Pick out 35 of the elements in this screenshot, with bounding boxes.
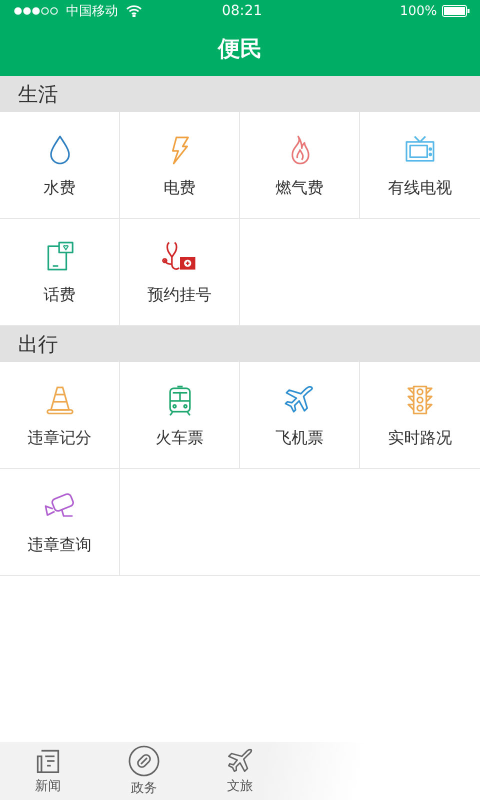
- service-tile[interactable]: 违章查询: [0, 469, 120, 576]
- service-tile[interactable]: 预约挂号: [120, 219, 240, 326]
- tab-item[interactable]: 新闻: [0, 742, 96, 800]
- service-tile[interactable]: 燃气费: [240, 112, 360, 219]
- status-time: 08:21: [222, 3, 262, 19]
- section-title: 生活: [18, 80, 58, 108]
- service-label: 实时路况: [388, 428, 452, 448]
- signal-icon: [14, 7, 58, 15]
- service-tile[interactable]: 火车票: [120, 362, 240, 469]
- wifi-icon: [126, 5, 142, 17]
- carrier-name: 中国移动: [66, 3, 118, 20]
- battery-icon: [442, 5, 470, 17]
- tab-item[interactable]: 政务: [96, 742, 192, 800]
- newspaper-icon: [34, 747, 62, 775]
- service-label: 燃气费: [276, 178, 324, 198]
- service-label: 违章查询: [28, 534, 92, 556]
- service-tile[interactable]: 话费: [0, 219, 120, 326]
- service-tile[interactable]: 违章记分: [0, 362, 120, 469]
- service-label: 有线电视: [388, 178, 452, 198]
- section-title: 出行: [18, 330, 58, 358]
- service-tile[interactable]: 电费: [120, 112, 240, 219]
- battery-percent: 100%: [400, 4, 438, 18]
- link-icon: [128, 745, 160, 777]
- tab-item[interactable]: 文旅: [192, 742, 288, 800]
- service-label: 火车票: [156, 428, 204, 448]
- service-label: 违章记分: [28, 428, 92, 448]
- service-label: 飞机票: [276, 428, 324, 448]
- service-label: 电费: [164, 178, 196, 198]
- page-title: 便民: [218, 36, 262, 64]
- service-label: 水费: [44, 178, 76, 198]
- service-tile[interactable]: 水费: [0, 112, 120, 219]
- service-label: 预约挂号: [148, 284, 212, 306]
- service-label: 话费: [44, 284, 76, 306]
- airplane-icon: [226, 747, 254, 775]
- service-tile[interactable]: 飞机票: [240, 362, 360, 469]
